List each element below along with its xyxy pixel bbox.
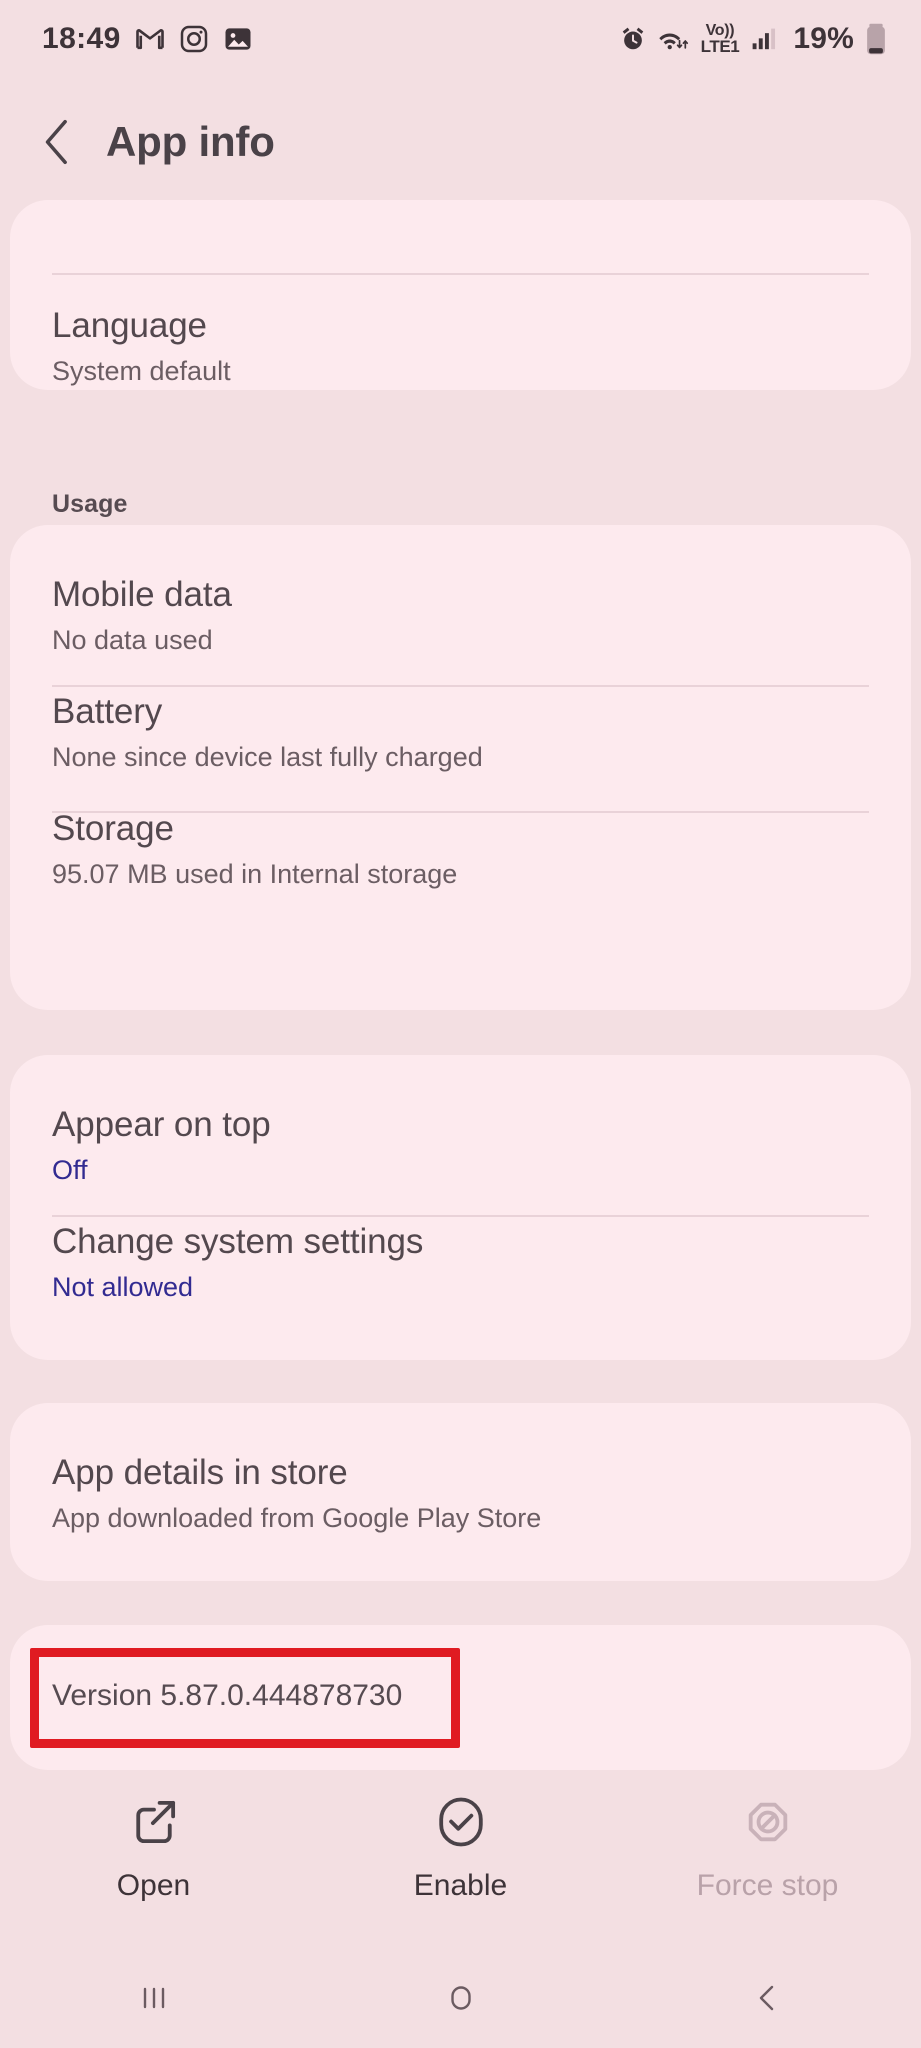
permissions-card: Appear on top Off Change system settings… [10, 1055, 911, 1360]
language-card: Language System default [10, 200, 911, 390]
signal-icon [750, 26, 778, 52]
settings-row-change-system-settings[interactable]: Change system settings Not allowed [10, 1184, 911, 1301]
row-title: Storage [52, 809, 174, 848]
open-external-icon [127, 1795, 181, 1849]
status-bar-left: 18:49 [42, 22, 253, 56]
wifi-icon [658, 25, 690, 53]
row-title: Change system settings [52, 1222, 424, 1261]
back-icon [751, 1981, 785, 2020]
row-title: Battery [52, 692, 163, 731]
settings-row-language[interactable]: Language System default [10, 200, 911, 385]
row-subtitle: System default [52, 356, 231, 386]
row-title: Language [52, 306, 207, 345]
back-button[interactable] [614, 1981, 921, 2020]
instagram-icon [179, 24, 209, 54]
recents-button[interactable] [0, 1981, 307, 2020]
gmail-icon [135, 24, 165, 54]
row-title: Appear on top [52, 1105, 271, 1144]
action-label: Force stop [696, 1869, 839, 1902]
enable-button[interactable]: Enable [307, 1795, 614, 1930]
row-subtitle: Not allowed [52, 1272, 194, 1302]
version-row: Version 5.87.0.444878730 [10, 1625, 911, 1713]
row-title: Mobile data [52, 575, 232, 614]
usage-card: Mobile data No data used Battery None si… [10, 525, 911, 1010]
home-icon [444, 1981, 478, 2020]
settings-row-app-details-in-store[interactable]: App details in store App downloaded from… [10, 1403, 911, 1532]
alarm-icon [619, 25, 647, 53]
home-button[interactable] [307, 1981, 614, 2020]
settings-row-battery[interactable]: Battery None since device last fully cha… [10, 654, 911, 771]
status-bar-clock: 18:49 [42, 22, 121, 55]
network-label: LTE1 [700, 37, 740, 56]
status-bar: 18:49 Vo)) LTE1 19% [0, 0, 921, 78]
battery-percent-label: 19% [793, 22, 854, 55]
gallery-icon [223, 24, 253, 54]
store-card: App details in store App downloaded from… [10, 1403, 911, 1581]
action-button-bar: Open Enable Force stop [0, 1795, 921, 1930]
row-subtitle: 95.07 MB used in Internal storage [52, 859, 458, 889]
block-icon [741, 1795, 795, 1849]
page-title: App info [106, 118, 275, 165]
back-chevron-icon[interactable] [42, 119, 72, 165]
row-subtitle: Off [52, 1155, 88, 1185]
section-label-usage: Usage [52, 490, 128, 518]
row-subtitle: None since device last fully charged [52, 742, 483, 772]
row-title: App details in store [52, 1453, 348, 1492]
battery-icon [865, 23, 887, 55]
settings-row-storage[interactable]: Storage 95.07 MB used in Internal storag… [10, 771, 911, 888]
app-info-screen: 18:49 Vo)) LTE1 19% App info Language Sy… [0, 0, 921, 2048]
action-label: Open [116, 1869, 191, 1902]
system-navigation-bar [0, 1952, 921, 2048]
settings-row-mobile-data[interactable]: Mobile data No data used [10, 525, 911, 654]
volte-icon: Vo)) LTE1 [700, 23, 740, 56]
open-button[interactable]: Open [0, 1795, 307, 1930]
row-subtitle: No data used [52, 625, 213, 655]
version-label: Version 5.87.0.444878730 [52, 1679, 403, 1712]
check-circle-icon [434, 1795, 488, 1849]
action-label: Enable [413, 1869, 508, 1902]
settings-row-appear-on-top[interactable]: Appear on top Off [10, 1055, 911, 1184]
version-card: Version 5.87.0.444878730 [10, 1625, 911, 1770]
page-header: App info [0, 96, 921, 188]
status-bar-right: Vo)) LTE1 19% [619, 22, 887, 56]
recents-icon [137, 1981, 171, 2020]
row-subtitle: App downloaded from Google Play Store [52, 1503, 542, 1533]
force-stop-button: Force stop [614, 1795, 921, 1930]
